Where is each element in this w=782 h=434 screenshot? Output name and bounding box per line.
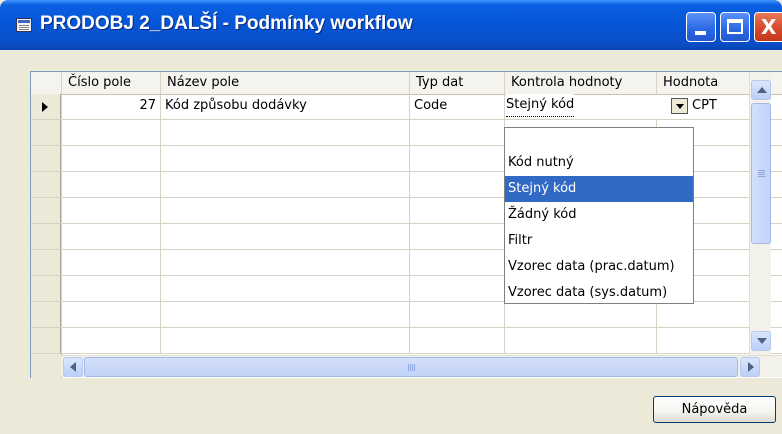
cell-data-type[interactable] — [409, 198, 504, 223]
cell-field-no[interactable] — [61, 120, 160, 145]
dropdown-arrow-icon[interactable] — [671, 98, 688, 114]
column-header-value[interactable]: Hodnota — [656, 72, 749, 94]
arrow-down-icon — [757, 338, 767, 344]
row-selector[interactable] — [31, 302, 61, 327]
cell-field-no[interactable] — [61, 250, 160, 275]
cell-data-type[interactable] — [409, 328, 504, 353]
table-row[interactable]: 27 Kód způsobu dodávky Code Stejný kód C… — [31, 94, 782, 120]
column-header-value-check[interactable]: Kontrola hodnoty — [504, 72, 656, 94]
scroll-left-button[interactable] — [63, 357, 83, 377]
scroll-right-button[interactable] — [740, 357, 760, 377]
cell-data-type[interactable] — [409, 276, 504, 301]
dropdown-option[interactable]: Vzorec data (sys.datum) — [505, 280, 693, 306]
cell-data-type[interactable] — [409, 250, 504, 275]
column-header-field-no[interactable]: Číslo pole — [61, 72, 160, 94]
cell-value[interactable] — [656, 328, 749, 353]
grid-header: Číslo pole Název pole Typ dat Kontrola h… — [31, 72, 782, 95]
cell-field-name[interactable] — [160, 146, 409, 171]
dropdown-option[interactable]: Filtr — [505, 228, 693, 254]
value-check-combo-text[interactable]: Stejný kód — [506, 94, 575, 117]
row-selector[interactable] — [31, 146, 61, 171]
cell-value[interactable]: CPT — [691, 94, 749, 119]
cell-field-name[interactable] — [160, 328, 409, 353]
row-selector[interactable] — [31, 198, 61, 223]
grip-icon — [408, 364, 416, 371]
grip-icon — [758, 170, 765, 178]
cell-data-type[interactable] — [409, 224, 504, 249]
row-selector[interactable] — [31, 120, 61, 145]
cell-field-name[interactable] — [160, 120, 409, 145]
cell-field-no[interactable] — [61, 302, 160, 327]
dropdown-option[interactable]: Kód nutný — [505, 150, 693, 176]
dropdown-option-selected[interactable]: Stejný kód — [505, 176, 693, 202]
maximize-button[interactable] — [720, 12, 750, 42]
cell-field-name[interactable] — [160, 198, 409, 223]
row-selector[interactable] — [31, 328, 61, 353]
cell-field-name[interactable] — [160, 302, 409, 327]
dropdown-option[interactable]: Žádný kód — [505, 202, 693, 228]
cell-field-no[interactable] — [61, 172, 160, 197]
row-selector[interactable] — [31, 172, 61, 197]
cell-field-no[interactable] — [61, 198, 160, 223]
arrow-right-icon — [748, 362, 754, 372]
close-button[interactable]: X — [754, 12, 782, 42]
minimize-button[interactable] — [686, 12, 716, 42]
table-window-icon — [16, 18, 32, 32]
cell-field-name[interactable] — [160, 250, 409, 275]
cell-field-no[interactable] — [61, 146, 160, 171]
row-selector[interactable] — [31, 250, 61, 275]
cell-field-no[interactable]: 27 — [61, 94, 160, 119]
cell-value-check[interactable] — [504, 328, 656, 353]
cell-field-name[interactable] — [160, 172, 409, 197]
table-row[interactable] — [31, 328, 782, 354]
window-title: PRODOBJ 2_DALŠÍ - Podmínky workflow — [40, 13, 413, 34]
column-header-field-name[interactable]: Název pole — [160, 72, 409, 94]
close-icon: X — [761, 15, 777, 39]
scroll-down-button[interactable] — [751, 331, 771, 351]
cell-data-type[interactable] — [409, 172, 504, 197]
value-check-dropdown-list[interactable]: Kód nutný Stejný kód Žádný kód Filtr Vzo… — [504, 127, 694, 304]
scroll-up-button[interactable] — [751, 80, 771, 100]
vertical-scrollbar[interactable] — [749, 72, 771, 355]
help-button[interactable]: Nápověda — [653, 396, 776, 423]
horizontal-scrollbar[interactable] — [61, 355, 782, 377]
minimize-icon — [695, 31, 706, 35]
current-row-arrow-icon — [42, 102, 48, 112]
vertical-scroll-thumb[interactable] — [751, 103, 771, 244]
cell-data-type[interactable] — [409, 146, 504, 171]
dropdown-option[interactable]: Vzorec data (prac.datum) — [505, 254, 693, 280]
maximize-icon — [727, 19, 743, 34]
horizontal-scroll-thumb[interactable] — [84, 357, 738, 377]
cell-field-name[interactable]: Kód způsobu dodávky — [160, 94, 409, 119]
arrow-left-icon — [70, 362, 76, 372]
cell-data-type[interactable] — [409, 302, 504, 327]
column-header-data-type[interactable]: Typ dat — [409, 72, 504, 94]
row-selector[interactable] — [31, 276, 61, 301]
cell-field-name[interactable] — [160, 224, 409, 249]
row-selector[interactable] — [31, 224, 61, 249]
title-bar[interactable]: PRODOBJ 2_DALŠÍ - Podmínky workflow X — [0, 0, 782, 50]
arrow-up-icon — [757, 87, 767, 93]
cell-data-type[interactable] — [409, 120, 504, 145]
workflow-conditions-window: PRODOBJ 2_DALŠÍ - Podmínky workflow X Čí… — [0, 0, 782, 434]
cell-field-no[interactable] — [61, 328, 160, 353]
cell-field-no[interactable] — [61, 276, 160, 301]
row-selector[interactable] — [31, 94, 61, 119]
cell-field-name[interactable] — [160, 276, 409, 301]
cell-data-type[interactable]: Code — [409, 94, 504, 119]
conditions-grid: Číslo pole Název pole Typ dat Kontrola h… — [30, 71, 782, 378]
cell-field-no[interactable] — [61, 224, 160, 249]
